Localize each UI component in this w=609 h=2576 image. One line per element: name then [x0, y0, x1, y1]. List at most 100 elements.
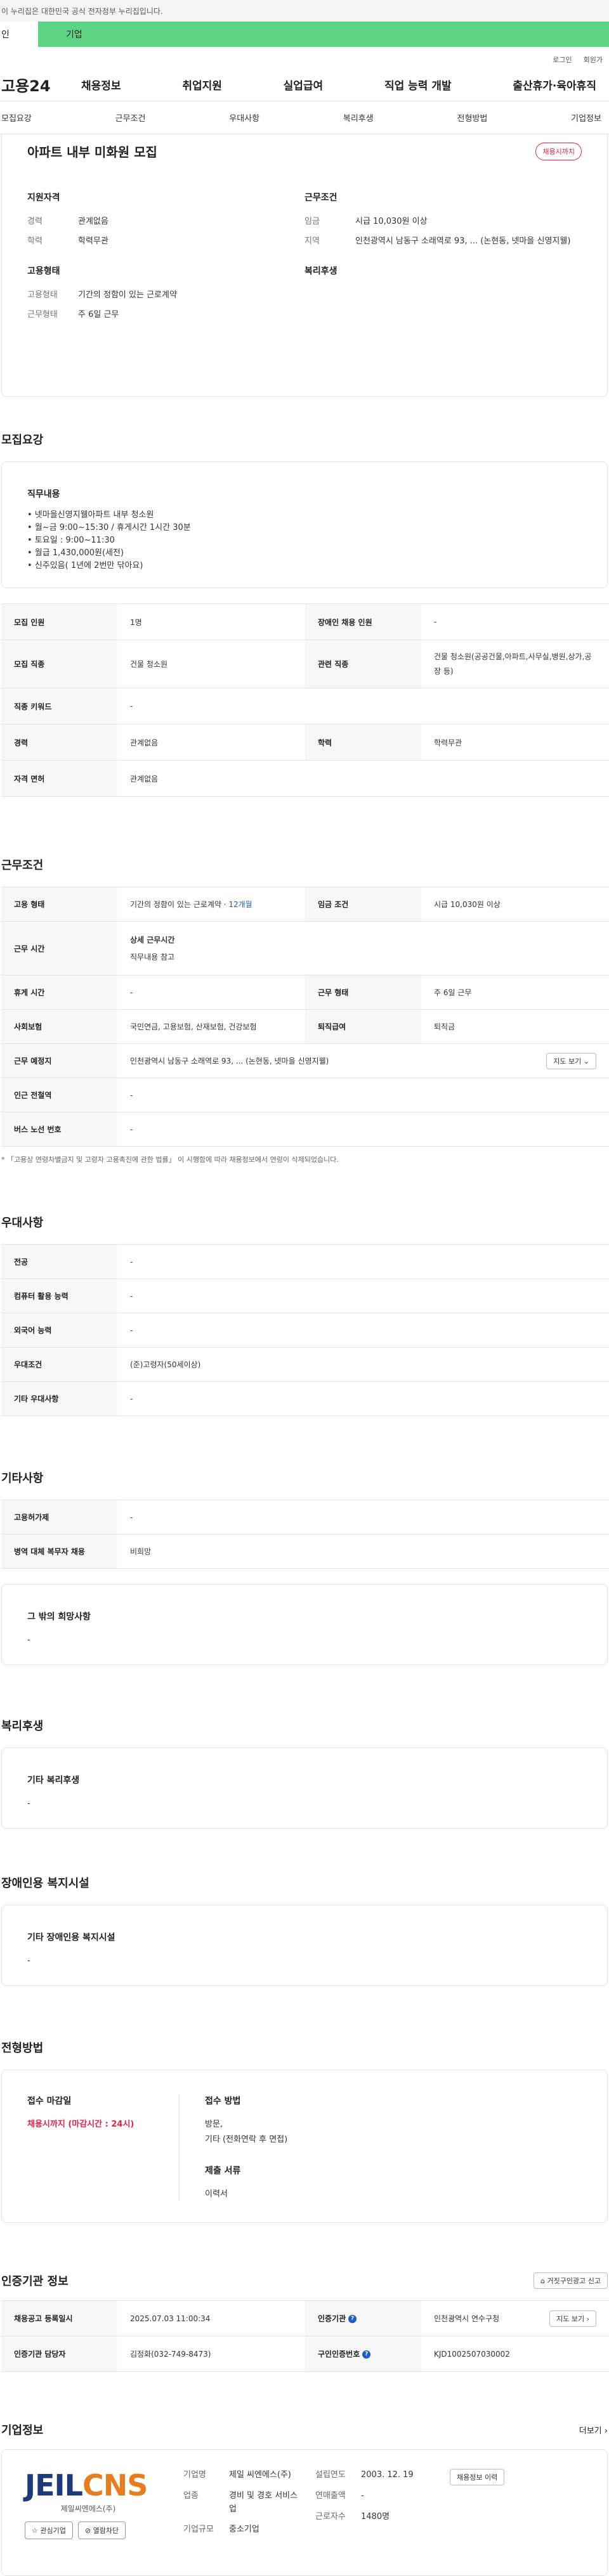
work-type-label: 근무형태 [27, 309, 58, 319]
table-header: 근무 시간 [1, 921, 117, 976]
table-header: 임금 조건 [305, 887, 421, 922]
table-cell: 건물 청소원 [117, 640, 305, 688]
contract-period: 12개월 [228, 900, 252, 909]
join-link[interactable]: 회원가 [584, 55, 603, 68]
map-view-button[interactable]: 지도 보기 ⌄ [546, 1052, 596, 1069]
hours-detail-title: 상세 근무시간 [130, 936, 175, 944]
agency-map-button[interactable]: 지도 보기 › [549, 2310, 596, 2327]
cert-no-label: 구인인증번호 [318, 2350, 360, 2359]
table-header: 전공 [1, 1244, 117, 1279]
deadline-badge: 채용시까지 [535, 142, 582, 160]
gnb-item-benefit[interactable]: 실업급여 [284, 77, 324, 93]
tab-company[interactable]: 기업 [38, 22, 609, 47]
gnb-item-jobs[interactable]: 채용정보 [81, 77, 121, 93]
duty-line: • 신주있음( 1년에 2번만 닦아요) [27, 561, 143, 570]
anchor-process[interactable]: 전형방법 [457, 112, 488, 124]
company-more-link[interactable]: 더보기 › [579, 2424, 608, 2436]
deadline-title: 접수 마감일 [27, 2096, 72, 2106]
block-company-button[interactable]: ⊘ 열람차단 [77, 2521, 126, 2539]
table-cell: - [117, 1278, 609, 1313]
user-type-tabs: 인 기업 [0, 22, 609, 47]
table-header: 버스 노선 번호 [1, 1112, 117, 1147]
table-row: 근무 시간 상세 근무시간 직무내용 참고 [1, 921, 609, 976]
table-cell: 국민연금, 고용보험, 산재보험, 건강보험 [117, 1009, 305, 1044]
table-cell: 건물 청소원(공공건물,아파트,사무실,병원,상가,공장 등) [421, 640, 609, 688]
duty-line: • 월~금 9:00~15:30 / 휴게시간 1시간 30분 [27, 523, 191, 532]
anchor-welfare[interactable]: 복리후생 [343, 112, 374, 124]
chevron-right-icon: › [604, 2426, 608, 2436]
company-logo: JEILCNS [25, 2469, 164, 2502]
block-label: 열람차단 [93, 2527, 119, 2535]
login-link[interactable]: 로그인 [553, 55, 572, 68]
anchor-pref[interactable]: 우대사항 [229, 112, 259, 124]
table-header: 기타 우대사항 [1, 1381, 117, 1416]
house-icon: ⌂ [540, 2277, 546, 2285]
anchor-recruit[interactable]: 모집요강 [1, 112, 32, 124]
process-card: 접수 마감일 채용시까지 (마감시간 : 24시) 접수 방법 방문, 기타 (… [1, 2070, 608, 2223]
table-cell: - [117, 1381, 609, 1416]
table-cell: - [421, 603, 609, 640]
table-cell: 관계없음 [117, 760, 609, 797]
gnb-item-leave[interactable]: 출산휴가·육아휴직 [513, 77, 596, 93]
table-row: 인증기관 담당자 김정화(032-749-8473) 구인인증번호? KJD10025… [1, 2336, 609, 2372]
docs-value: 이력서 [205, 2189, 228, 2199]
tab-person[interactable]: 인 [0, 22, 38, 47]
table-header: 자격 면허 [1, 760, 117, 797]
table-header: 구인인증번호? [305, 2336, 421, 2372]
table-cell: 시급 10,030원 이상 [421, 887, 609, 922]
help-icon[interactable]: ? [348, 2315, 357, 2323]
disabled-box-value: - [27, 1956, 30, 1966]
table-cell: KJD1002507030002 [421, 2336, 609, 2372]
help-icon[interactable]: ? [362, 2350, 371, 2359]
star-icon: ☆ [32, 2527, 38, 2535]
employees-value: 1480명 [361, 2511, 390, 2521]
cert-value: 인천광역시 연수구청 [434, 2314, 500, 2323]
anchor-company[interactable]: 기업정보 [571, 112, 601, 124]
section-anchor-nav: 모집요강 근무조건 우대사항 복리후생 전형방법 기업정보 [0, 101, 609, 134]
anchor-work[interactable]: 근무조건 [115, 112, 146, 124]
site-logo[interactable]: 고용24 [0, 74, 81, 96]
gnb-item-training[interactable]: 직업 능력 개발 [384, 77, 452, 93]
duty-line: • 토요일 : 9:00~11:30 [27, 536, 115, 545]
disabled-box-title: 기타 장애인용 복지시설 [27, 1933, 115, 1943]
table-cell: - [117, 1112, 609, 1147]
table-cell: (준)고령자(50세이상) [117, 1347, 609, 1382]
method-title: 접수 방법 [205, 2096, 241, 2106]
welfare-summary-title: 복리후생 [304, 266, 337, 276]
etc-table: 고용허가제 - 병역 대체 복무자 채용 비희망 [1, 1500, 609, 1569]
etc-section-title: 기타사항 [1, 1472, 44, 1485]
table-cell: 1명 [117, 603, 305, 640]
gnb-item-support[interactable]: 취업지원 [182, 77, 222, 93]
table-cell: 주 6일 근무 [421, 975, 609, 1010]
table-header: 사회보험 [1, 1009, 117, 1044]
favorite-label: 관심기업 [40, 2527, 66, 2535]
disabled-section-title: 장애인용 복지시설 [1, 1877, 89, 1890]
method-line: 방문, [205, 2120, 223, 2129]
hiring-history-button[interactable]: 채용정보 이력 [450, 2469, 505, 2485]
table-cell: - [117, 1500, 609, 1535]
pref-section-title: 우대사항 [1, 1216, 44, 1230]
work-type-value: 주 6일 근무 [78, 309, 119, 319]
recruit-table: 모집 인원 1명 장애인 채용 인원 - 모집 직종 건물 청소원 관련 직종 건물 청소원… [1, 603, 609, 797]
employees-label: 근로자수 [315, 2511, 346, 2521]
company-card: JEILCNS 제일씨엔에스(주) ☆ 관심기업 ⊘ 열람차단 기업명 제일 씨엔… [1, 2449, 608, 2576]
cond-title: 근무조건 [304, 193, 337, 203]
company-name-label: 기업명 [183, 2470, 206, 2480]
table-row: 인근 전철역 - [1, 1078, 609, 1112]
method-line: 기타 (전화연락 후 면접) [205, 2135, 288, 2144]
table-cell: 비희망 [117, 1534, 609, 1569]
gnb-menu: 채용정보 취업지원 실업급여 직업 능력 개발 출산휴가·육아휴직 [81, 77, 609, 93]
report-fake-ad-button[interactable]: ⌂ 거짓구인광고 신고 [534, 2272, 608, 2289]
report-label: 거짓구인광고 신고 [547, 2277, 601, 2285]
pref-table: 전공 - 컴퓨터 활용 능력 - 외국어 능력 - 우대조건 (준)고령자(50세이상)… [1, 1244, 609, 1416]
table-row: 채용공고 등록일시 2025.07.03 11:00:34 인증기관? 인천광역시 연… [1, 2300, 609, 2336]
duty-title: 직무내용 [27, 489, 60, 499]
map-view-label: 지도 보기 [553, 1057, 582, 1066]
table-cell: - [117, 1244, 609, 1279]
table-header: 고용허가제 [1, 1500, 117, 1535]
table-header: 휴게 시간 [1, 975, 117, 1010]
table-header: 장애인 채용 인원 [305, 603, 421, 640]
work-table: 고용 형태 기간의 정함이 있는 근로계약 · 12개월 임금 조건 시급 10,03… [1, 887, 609, 1147]
industry-value: 경비 및 경호 서비스업 [229, 2490, 298, 2514]
favorite-company-button[interactable]: ☆ 관심기업 [25, 2521, 73, 2539]
